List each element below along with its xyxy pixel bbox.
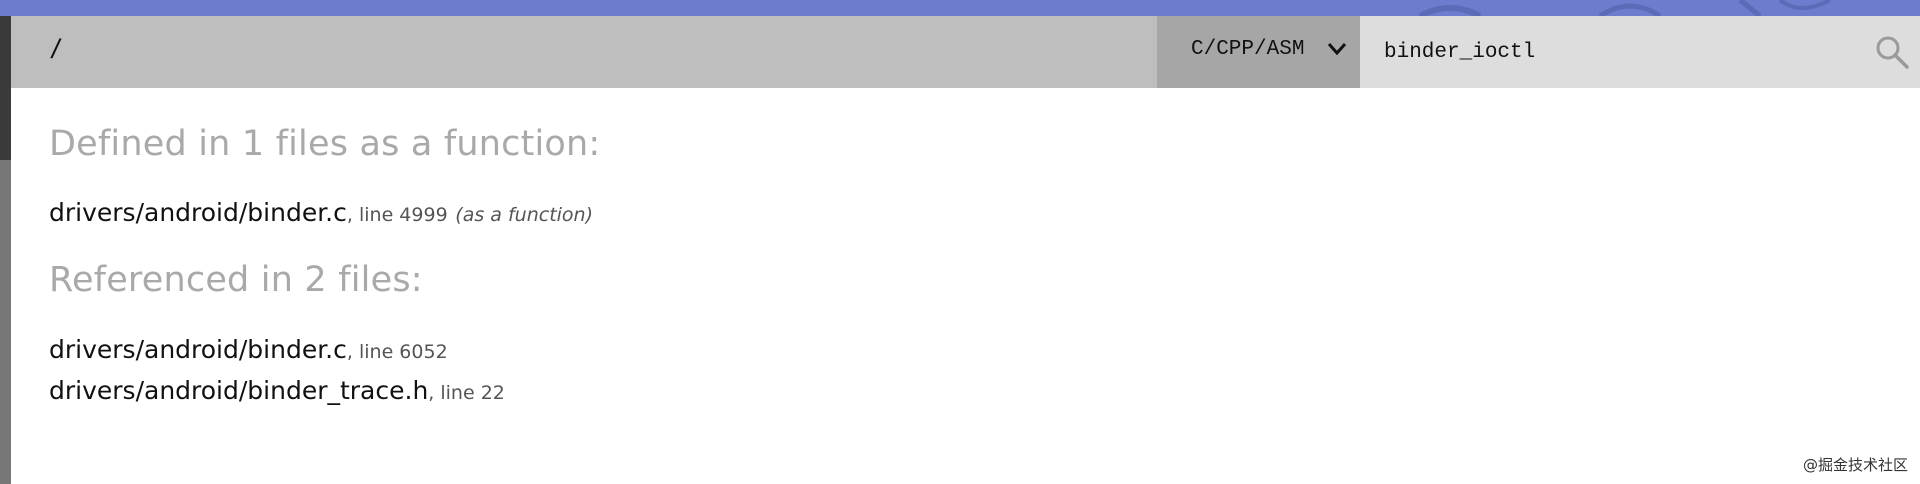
reference-result: drivers/android/binder_trace.h, line 22 [49,376,505,405]
navbar: / C/CPP/ASM [11,16,1920,88]
search-icon[interactable] [1874,34,1910,70]
breadcrumb[interactable]: / [49,34,63,62]
family-selector[interactable]: C/CPP/ASM [1157,16,1360,88]
result-line: , line 6052 [346,341,448,363]
result-file-link[interactable]: drivers/android/binder.c [49,198,347,227]
references-heading: Referenced in 2 files: [49,260,423,300]
sidebar-scroll-thumb[interactable] [0,16,11,160]
result-line: , line 22 [428,382,505,404]
search-input[interactable] [1384,34,1864,70]
search-box [1360,16,1920,88]
result-line: , line 4999 [346,204,448,226]
result-file-link[interactable]: drivers/android/binder_trace.h [49,376,428,405]
reference-result: drivers/android/binder.c, line 6052 [49,335,448,364]
family-selected-label: C/CPP/ASM [1191,38,1305,61]
definitions-heading: Defined in 1 files as a function: [49,124,601,164]
banner-decoration [1418,0,1831,16]
watermark: @掘金技术社区 [1802,456,1908,474]
definition-result: drivers/android/binder.c, line 4999 (as … [49,198,593,227]
result-kind: (as a function) [455,204,594,226]
result-file-link[interactable]: drivers/android/binder.c [49,335,347,364]
top-banner [0,0,1920,16]
left-sidebar-edge [0,16,11,484]
chevron-down-icon [1327,43,1347,56]
